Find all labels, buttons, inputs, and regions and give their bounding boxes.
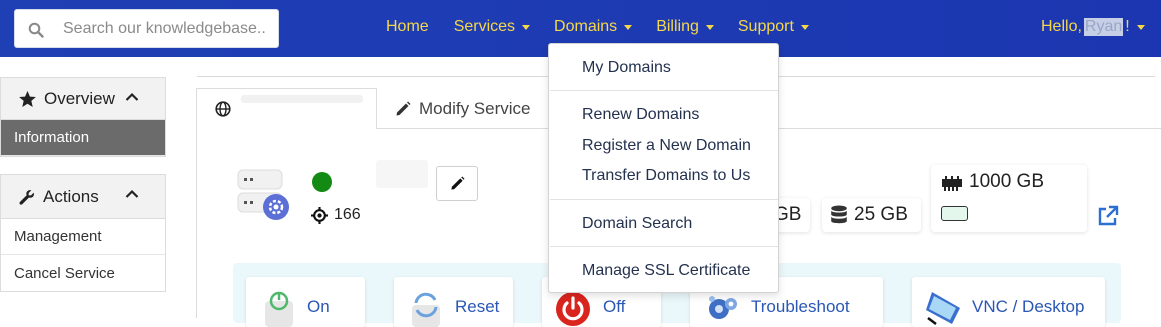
nav-services-label: Services [453, 18, 516, 35]
redacted-tab-label [241, 95, 363, 103]
sidebar-item-management-label: Management [14, 228, 102, 245]
menu-item-renew-domains[interactable]: Renew Domains [582, 106, 699, 124]
sidebar-overview-header[interactable]: Overview [1, 78, 165, 120]
sidebar-actions-header[interactable]: Actions [1, 175, 165, 219]
chevron-down-icon [1136, 24, 1145, 30]
nav-billing-label: Billing [656, 18, 699, 35]
nav-home-label: Home [386, 18, 429, 35]
power-off-icon [556, 292, 590, 326]
menu-item-manage-ssl[interactable]: Manage SSL Certificate [582, 262, 750, 280]
chevron-down-icon [624, 24, 633, 30]
ip-count: 166 [311, 206, 361, 224]
menu-divider [550, 90, 778, 91]
tab-modify-service-label: Modify Service [419, 99, 531, 118]
pencil-icon [450, 176, 465, 190]
sidebar-item-cancel-service[interactable]: Cancel Service [1, 255, 165, 291]
redacted-hostname [376, 160, 428, 188]
chevron-up-icon [125, 92, 139, 101]
nav-support-label: Support [737, 18, 794, 35]
server-icon [237, 169, 289, 220]
sidebar-actions-title: Actions [43, 186, 99, 206]
sidebar-overview: Overview Information [0, 77, 166, 157]
chevron-down-icon [522, 24, 531, 30]
sidebar-item-cancel-service-label: Cancel Service [14, 264, 115, 282]
crosshair-icon [311, 206, 328, 224]
menu-item-domain-search[interactable]: Domain Search [582, 215, 692, 233]
vnc-desktop-button[interactable]: VNC / Desktop [912, 277, 1105, 327]
power-on-icon [265, 291, 293, 327]
bandwidth-card: 1000 GB [931, 165, 1087, 232]
search-box[interactable] [14, 9, 279, 48]
bandwidth-value: 1000 GB [969, 171, 1044, 192]
nav-domains-label: Domains [554, 18, 618, 35]
hello-suffix: ! [1125, 18, 1130, 35]
domains-dropdown-menu: My Domains Renew Domains Register a New … [548, 43, 779, 293]
ip-count-value: 166 [334, 206, 361, 223]
nav-services[interactable]: Services [453, 18, 531, 36]
star-icon [19, 90, 36, 107]
tab-overview[interactable] [196, 88, 377, 129]
menu-item-my-domains[interactable]: My Domains [582, 59, 671, 77]
globe-icon [215, 101, 231, 117]
edit-hostname-button[interactable] [436, 166, 478, 201]
power-off-label: Off [603, 297, 626, 316]
pencil-icon [396, 101, 411, 116]
nav-billing[interactable]: Billing [656, 18, 714, 36]
troubleshoot-label: Troubleshoot [751, 297, 850, 316]
wrench-icon [19, 189, 34, 205]
external-link-icon[interactable] [1097, 205, 1119, 227]
storage-card: 25 GB [822, 198, 921, 232]
bandwidth-usage-bar [941, 206, 968, 221]
main-nav: Home Services Domains Billing Support [386, 18, 833, 36]
search-input[interactable] [63, 18, 273, 40]
sidebar-actions: Actions Management Cancel Service [0, 174, 166, 292]
power-on-label: On [307, 297, 330, 316]
sidebar-item-information[interactable]: Information [1, 120, 165, 156]
nav-support[interactable]: Support [738, 18, 809, 36]
reset-icon [412, 292, 440, 327]
storage-value: 25 GB [854, 204, 908, 225]
menu-item-transfer-domains[interactable]: Transfer Domains to Us [582, 167, 750, 185]
chevron-down-icon [800, 24, 809, 30]
menu-divider [550, 246, 778, 247]
tab-border [196, 128, 197, 318]
power-on-button[interactable]: On [246, 277, 365, 327]
reset-label: Reset [455, 297, 500, 316]
hello-prefix: Hello, [1041, 18, 1082, 35]
sidebar-item-information-label: Information [14, 129, 90, 146]
vnc-desktop-label: VNC / Desktop [972, 297, 1085, 316]
nav-home[interactable]: Home [386, 18, 429, 36]
nav-domains[interactable]: Domains [554, 18, 633, 36]
chevron-up-icon [125, 189, 139, 198]
menu-item-register-domain[interactable]: Register a New Domain [582, 137, 751, 155]
status-online-indicator [312, 172, 332, 192]
memory-icon [942, 176, 962, 191]
search-icon [28, 22, 44, 38]
monitor-icon [926, 292, 960, 325]
user-name: Ryan [1083, 18, 1124, 36]
tab-modify-service[interactable]: Modify Service [395, 99, 530, 119]
menu-divider [550, 199, 778, 200]
database-icon [831, 205, 847, 224]
chevron-down-icon [705, 24, 714, 30]
troubleshoot-icon [709, 296, 737, 319]
user-menu[interactable]: Hello, Ryan ! [1041, 18, 1145, 36]
reset-button[interactable]: Reset [394, 277, 513, 327]
sidebar-overview-title: Overview [44, 88, 115, 108]
sidebar-item-management[interactable]: Management [1, 219, 165, 255]
